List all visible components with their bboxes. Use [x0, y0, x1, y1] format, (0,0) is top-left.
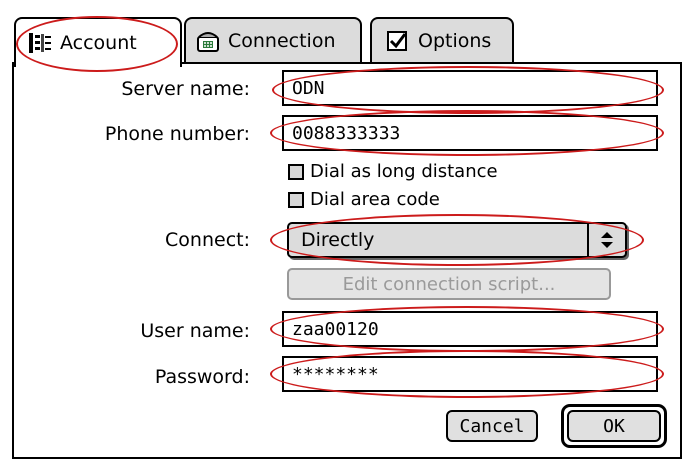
password-field[interactable]: ********: [282, 356, 658, 392]
password-label: Password:: [154, 366, 250, 388]
tab-account[interactable]: Account: [14, 17, 182, 67]
account-icon: [28, 31, 52, 55]
tab-connection[interactable]: Connection: [184, 17, 362, 63]
server-name-label: Server name:: [121, 78, 250, 100]
connect-popup[interactable]: Directly: [287, 222, 627, 258]
connect-label: Connect:: [165, 229, 250, 251]
dial-long-distance-label: Dial as long distance: [310, 161, 498, 182]
cancel-button[interactable]: Cancel: [446, 410, 538, 442]
dial-long-distance-option[interactable]: Dial as long distance: [288, 161, 498, 182]
phone-number-value: 0088333333: [292, 122, 401, 144]
server-name-field[interactable]: ODN: [282, 70, 658, 106]
phone-number-label: Phone number:: [104, 123, 250, 145]
phone-number-field[interactable]: 0088333333: [282, 115, 658, 151]
user-name-label: User name:: [140, 320, 250, 342]
dial-area-code-label: Dial area code: [310, 189, 440, 210]
tab-connection-label: Connection: [228, 30, 336, 52]
server-name-value: ODN: [292, 77, 325, 99]
user-name-field[interactable]: zaa00120: [282, 311, 658, 347]
user-name-value: zaa00120: [292, 318, 379, 340]
tab-options[interactable]: Options: [370, 17, 514, 63]
checkbox-icon: [386, 29, 410, 53]
connect-value: Directly: [301, 229, 375, 251]
dial-long-distance-checkbox[interactable]: [288, 163, 304, 180]
dial-area-code-option[interactable]: Dial area code: [288, 189, 440, 210]
password-value: ********: [292, 363, 379, 385]
ok-button[interactable]: OK: [567, 410, 661, 442]
tab-account-label: Account: [60, 32, 137, 54]
tab-options-label: Options: [418, 30, 492, 52]
dial-area-code-checkbox[interactable]: [288, 191, 304, 208]
edit-connection-script-button: Edit connection script...: [287, 268, 611, 300]
connection-icon: [196, 29, 220, 53]
up-down-arrows-icon: [587, 224, 625, 256]
